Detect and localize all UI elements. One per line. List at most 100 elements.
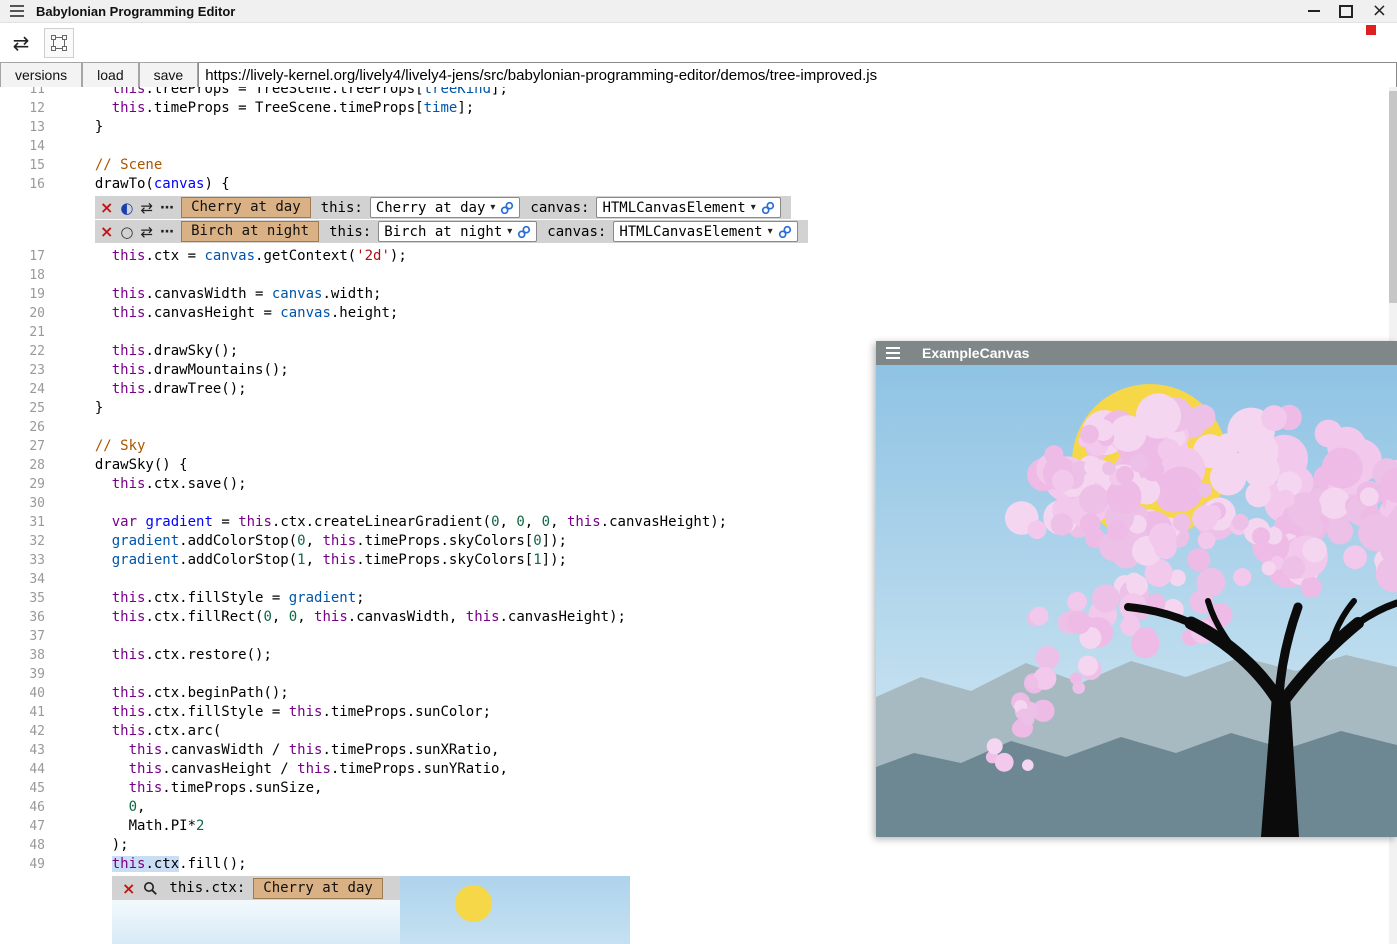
probe-delete-button[interactable]: × (122, 879, 135, 898)
link-icon[interactable] (761, 201, 775, 215)
link-icon[interactable] (500, 201, 514, 215)
line-number: 12 (0, 99, 45, 118)
probe-toggle-icon[interactable]: ○ (120, 223, 133, 241)
code-line[interactable]: 49 this.ctx.fill(); (0, 855, 1389, 874)
line-number: 45 (0, 779, 45, 798)
select-value: Birch at night (384, 224, 502, 240)
save-button[interactable]: save (139, 62, 199, 88)
line-number: 46 (0, 798, 45, 817)
probe-example-button[interactable]: Birch at night (181, 221, 319, 242)
magnifier-icon[interactable] (143, 881, 158, 896)
probe-canvas-select[interactable]: HTMLCanvasElement▾ (613, 221, 797, 242)
example-canvas-titlebar[interactable]: ExampleCanvas (876, 341, 1397, 365)
code-line[interactable]: 14 (0, 137, 1389, 156)
line-number: 32 (0, 532, 45, 551)
chevron-down-icon: ▾ (768, 226, 773, 237)
line-number: 13 (0, 118, 45, 137)
code-line[interactable]: 48 ); (0, 836, 1389, 855)
toolbar: ⇄ (0, 23, 1397, 62)
load-button[interactable]: load (82, 62, 138, 88)
probe-canvas-label: canvas: (547, 224, 606, 240)
probe-this-label: this: (329, 224, 371, 240)
url-bar: versions load save (0, 62, 1397, 88)
transform-icon (50, 34, 68, 52)
link-icon[interactable] (517, 225, 531, 239)
probe-canvas-preview-left (112, 900, 400, 944)
probe-canvas-select[interactable]: HTMLCanvasElement▾ (596, 197, 780, 218)
window-title: Babylonian Programming Editor (36, 4, 235, 19)
probe-delete-button[interactable]: × (100, 222, 113, 241)
probe-swap-icon[interactable]: ⇄ (141, 223, 154, 241)
titlebar: Babylonian Programming Editor × (0, 0, 1397, 23)
close-button[interactable]: × (1372, 2, 1387, 20)
line-number: 20 (0, 304, 45, 323)
code-line[interactable]: 21 (0, 323, 1389, 342)
probe-row: ×◐⇄⋯Cherry at daythis:Cherry at day▾canv… (95, 196, 791, 219)
window-controls: × (1308, 0, 1387, 22)
versions-button[interactable]: versions (0, 62, 82, 88)
probe-delete-button[interactable]: × (100, 198, 113, 217)
inline-probe-block: × ◐ ⇄ ⋯ Cherry at day this: Cherry at day ▾ canv… (0, 194, 1389, 247)
maximize-button[interactable] (1339, 5, 1353, 18)
probe-this-select[interactable]: Cherry at day ▾ (370, 197, 521, 218)
probe-swap-icon[interactable]: ⇄ (141, 199, 154, 217)
code-line[interactable]: 20 this.canvasHeight = canvas.height; (0, 304, 1389, 323)
line-number: 31 (0, 513, 45, 532)
line-number: 36 (0, 608, 45, 627)
probe-this-label: this: (321, 200, 363, 216)
code-line[interactable]: 12 this.timeProps = TreeScene.timeProps[… (0, 99, 1389, 118)
probe-example-button[interactable]: Cherry at day (181, 197, 311, 218)
code-line[interactable]: 15 // Scene (0, 156, 1389, 175)
line-number: 19 (0, 285, 45, 304)
line-number: 41 (0, 703, 45, 722)
line-number: 33 (0, 551, 45, 570)
probe-expression-label: this.ctx: (169, 880, 245, 896)
link-icon[interactable] (778, 225, 792, 239)
select-value: HTMLCanvasElement (602, 200, 745, 216)
line-number: 40 (0, 684, 45, 703)
code-line[interactable]: 13 } (0, 118, 1389, 137)
code-line[interactable]: 11 this.treeProps = TreeScene.treeProps[… (0, 87, 1389, 99)
probe-toggle-icon[interactable]: ◐ (120, 199, 133, 217)
probe-this-select[interactable]: Birch at night ▾ (378, 221, 537, 242)
line-number: 30 (0, 494, 45, 513)
code-line[interactable]: 18 (0, 266, 1389, 285)
line-number: 24 (0, 380, 45, 399)
line-number: 23 (0, 361, 45, 380)
transform-tool-button[interactable] (44, 28, 74, 58)
line-number: 37 (0, 627, 45, 646)
swap-arrows-icon[interactable]: ⇄ (8, 31, 34, 55)
probe-more-icon[interactable]: ⋯ (160, 224, 174, 240)
scrollbar-thumb[interactable] (1389, 91, 1397, 303)
line-number: 38 (0, 646, 45, 665)
probe-example-button[interactable]: Cherry at day (253, 878, 383, 899)
select-value: Cherry at day (376, 200, 486, 216)
hamburger-menu-icon[interactable] (886, 347, 900, 359)
minimize-button[interactable] (1308, 10, 1320, 12)
line-number: 39 (0, 665, 45, 684)
example-canvas-title: ExampleCanvas (922, 345, 1029, 361)
probe-more-icon[interactable]: ⋯ (160, 200, 174, 216)
line-number: 25 (0, 399, 45, 418)
code-line[interactable]: 17 this.ctx = canvas.getContext('2d'); (0, 247, 1389, 266)
chevron-down-icon: ▾ (490, 202, 495, 213)
line-number: 11 (0, 87, 45, 99)
line-number: 27 (0, 437, 45, 456)
line-number: 48 (0, 836, 45, 855)
line-number: 21 (0, 323, 45, 342)
hamburger-menu-icon[interactable] (10, 5, 24, 17)
line-number: 29 (0, 475, 45, 494)
line-number: 28 (0, 456, 45, 475)
line-number: 22 (0, 342, 45, 361)
line-number: 34 (0, 570, 45, 589)
line-number: 26 (0, 418, 45, 437)
line-number: 35 (0, 589, 45, 608)
code-line[interactable]: 19 this.canvasWidth = canvas.width; (0, 285, 1389, 304)
line-number: 17 (0, 247, 45, 266)
line-number: 14 (0, 137, 45, 156)
line-number: 43 (0, 741, 45, 760)
code-line[interactable]: 16 drawTo(canvas) { (0, 175, 1389, 194)
url-input[interactable] (198, 62, 1397, 88)
chevron-down-icon: ▾ (507, 226, 512, 237)
line-number: 16 (0, 175, 45, 194)
